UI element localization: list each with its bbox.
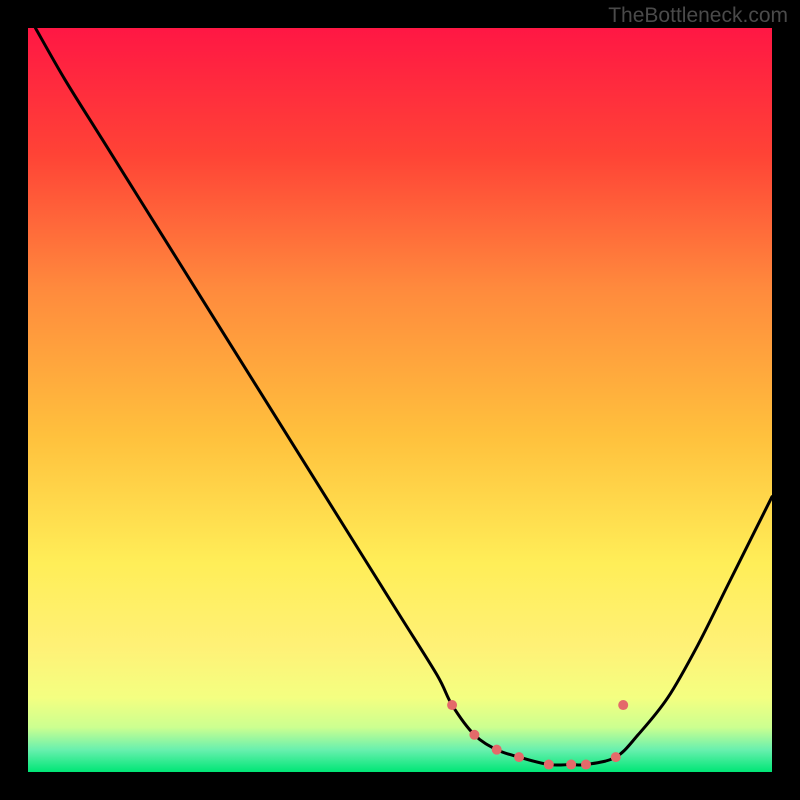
curve-marker [447, 700, 457, 710]
curve-marker [581, 760, 591, 770]
curve-marker [514, 752, 524, 762]
curve-marker [611, 752, 621, 762]
curve-marker [618, 700, 628, 710]
chart-background [28, 28, 772, 772]
curve-marker [544, 760, 554, 770]
watermark-text: TheBottleneck.com [608, 4, 788, 28]
curve-marker [492, 745, 502, 755]
chart-svg [28, 28, 772, 772]
curve-marker [566, 760, 576, 770]
curve-marker [469, 730, 479, 740]
chart-plot-area [28, 28, 772, 772]
